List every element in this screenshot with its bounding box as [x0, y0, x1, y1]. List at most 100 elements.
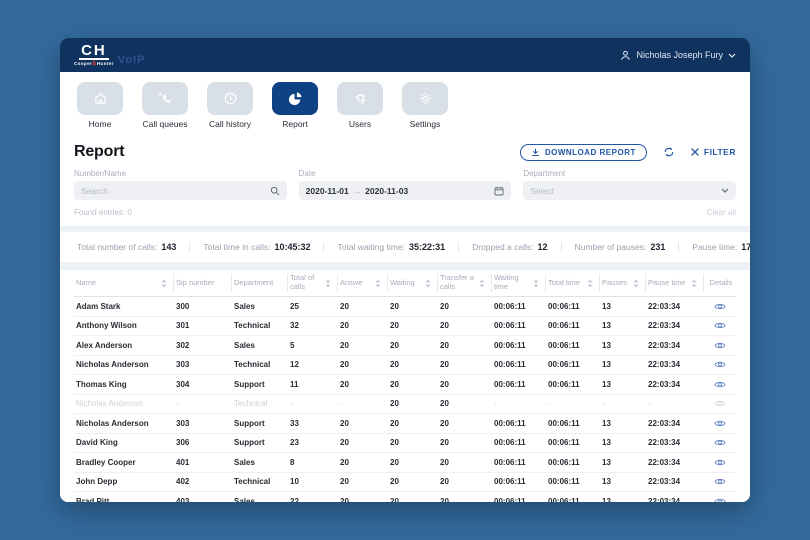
cell-total-of-calls: 11	[288, 380, 338, 389]
search-input[interactable]: Search	[74, 181, 287, 200]
download-report-button[interactable]: DOWNLOAD REPORT	[520, 144, 647, 161]
column-header-transfer-calls[interactable]: Transfer a calls	[438, 274, 492, 292]
cell-name: Thomas King	[74, 380, 174, 389]
column-header-waiting[interactable]: Waiting	[388, 274, 438, 292]
details-eye-button[interactable]	[704, 380, 736, 389]
cell-sip-number: 403	[174, 497, 232, 502]
date-from: 2020-11-01	[306, 186, 349, 196]
nav-label-report: Report	[282, 119, 308, 129]
details-eye-button[interactable]	[704, 341, 736, 350]
department-label: Department	[523, 169, 736, 178]
cell-sip-number: 401	[174, 458, 232, 467]
table-row: Anthony Wilson301Technical3220202000:06:…	[74, 317, 736, 337]
cell-transfer-calls: 20	[438, 321, 492, 330]
sort-icon[interactable]	[587, 279, 593, 288]
cell-total-of-calls: 33	[288, 419, 338, 428]
column-header-name[interactable]: Name	[74, 274, 174, 292]
logo-ch-text: CH	[79, 44, 109, 60]
search-icon	[270, 186, 280, 196]
details-eye-button[interactable]	[704, 321, 736, 330]
cell-transfer-calls: 20	[438, 399, 492, 408]
filter-department: Department Select	[523, 169, 736, 200]
column-header-waiting-time[interactable]: Waiting time	[492, 274, 546, 292]
nav-item-call-history[interactable]: Call history	[204, 82, 256, 129]
sort-icon[interactable]	[375, 279, 381, 288]
filter-button[interactable]: FILTER	[691, 147, 736, 157]
report-section: Report DOWNLOAD REPORT FILTER	[60, 135, 750, 226]
table-row: Bradley Cooper401Sales820202000:06:1100:…	[74, 453, 736, 473]
search-placeholder: Search	[81, 186, 270, 196]
nav-item-call-queues[interactable]: Call queues	[139, 82, 191, 129]
details-eye-button[interactable]	[704, 438, 736, 447]
column-header-total-time[interactable]: Total time	[546, 274, 600, 292]
settings-icon	[418, 91, 433, 106]
sort-icon[interactable]	[533, 279, 539, 288]
found-entries-row: Found entries: 0 Clear all	[74, 200, 736, 226]
cell-waiting: 20	[388, 497, 438, 502]
cell-total-time: 00:06:11	[546, 302, 600, 311]
cell-sip-number: 301	[174, 321, 232, 330]
eye-icon	[714, 497, 726, 502]
cell-transfer-calls: 20	[438, 302, 492, 311]
cell-department: Sales	[232, 497, 288, 502]
column-header-pauses[interactable]: Pauses	[600, 274, 646, 292]
clear-all-link[interactable]: Clear all	[707, 208, 736, 217]
cell-waiting: 20	[388, 302, 438, 311]
sort-icon[interactable]	[161, 279, 167, 288]
cell-total-time: 00:06:11	[546, 380, 600, 389]
cell-pause-time: 22:03:34	[646, 380, 704, 389]
sort-icon[interactable]	[325, 279, 331, 288]
table-row: Nicholas Anderson303Technical1220202000:…	[74, 356, 736, 376]
cell-total-of-calls: 10	[288, 477, 338, 486]
details-eye-button[interactable]	[704, 477, 736, 486]
column-header-pause-time[interactable]: Pause time	[646, 274, 704, 292]
users-icon	[353, 91, 368, 106]
department-select[interactable]: Select	[523, 181, 736, 200]
nav-label-call-queues: Call queues	[143, 119, 188, 129]
filter-label: FILTER	[704, 147, 736, 157]
details-eye-button[interactable]	[704, 360, 736, 369]
nav-item-settings[interactable]: Settings	[399, 82, 451, 129]
nav-item-home[interactable]: Home	[74, 82, 126, 129]
cell-answered: 20	[338, 419, 388, 428]
cell-answered: -	[338, 399, 388, 408]
cell-department: Technical	[232, 360, 288, 369]
table-row: Nicholas Anderson-Technical--2020----	[74, 395, 736, 415]
cell-transfer-calls: 20	[438, 380, 492, 389]
cell-pause-time: 22:03:34	[646, 419, 704, 428]
table-row: Adam Stark300Sales2520202000:06:1100:06:…	[74, 297, 736, 317]
cell-department: Support	[232, 438, 288, 447]
column-header-answered[interactable]: Answe	[338, 274, 388, 292]
date-range-input[interactable]: 2020-11-01 → 2020-11-03	[299, 181, 512, 200]
cell-name: Nicholas Anderson	[74, 419, 174, 428]
stat-total-waiting-time: Total waiting time:35:22:31	[323, 242, 458, 252]
user-menu[interactable]: Nicholas Joseph Fury	[620, 50, 736, 61]
sort-icon[interactable]	[691, 279, 697, 288]
cell-answered: 20	[338, 360, 388, 369]
table-row: Nicholas Anderson303Support3320202000:06…	[74, 414, 736, 434]
details-eye-button[interactable]	[704, 458, 736, 467]
cell-pause-time: 22:03:34	[646, 321, 704, 330]
sort-icon[interactable]	[633, 279, 639, 288]
found-entries-text: Found entries: 0	[74, 208, 132, 217]
cell-total-time: 00:06:11	[546, 497, 600, 502]
details-eye-button[interactable]	[704, 497, 736, 502]
cell-total-time: 00:06:11	[546, 360, 600, 369]
cell-pause-time: 22:03:34	[646, 458, 704, 467]
sort-icon[interactable]	[479, 279, 485, 288]
column-header-total-of-calls[interactable]: Total of calls	[288, 274, 338, 292]
cell-waiting: 20	[388, 360, 438, 369]
details-eye-button[interactable]	[704, 302, 736, 311]
nav-item-users[interactable]: Users	[334, 82, 386, 129]
nav-label-settings: Settings	[410, 119, 441, 129]
cell-total-of-calls: 8	[288, 458, 338, 467]
cell-answered: 20	[338, 380, 388, 389]
details-eye-button[interactable]	[704, 419, 736, 428]
refresh-button[interactable]	[663, 146, 675, 158]
cell-waiting-time: 00:06:11	[492, 458, 546, 467]
cell-department: Technical	[232, 321, 288, 330]
cell-pauses: 13	[600, 302, 646, 311]
nav-item-report[interactable]: Report	[269, 82, 321, 129]
sort-icon[interactable]	[425, 279, 431, 288]
cell-total-time: -	[546, 399, 600, 408]
